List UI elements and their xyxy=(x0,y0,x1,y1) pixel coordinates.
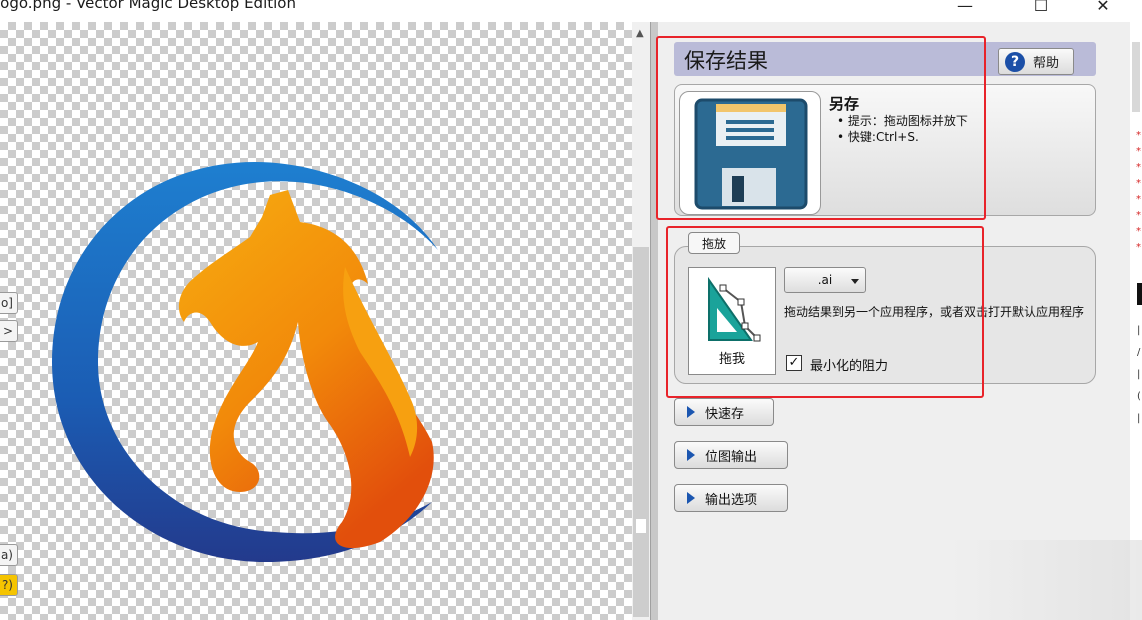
save-results-panel: 保存结果 ? 帮助 另存 提示：拖动图标并放下 快键:Ctrl+S. 拖放 xyxy=(656,22,1130,620)
output-options-button[interactable]: 输出选项 xyxy=(674,484,788,512)
highlight-drag-drop xyxy=(666,226,984,398)
scroll-up-arrow-icon[interactable]: ▲ xyxy=(636,28,644,39)
adjacent-dark-mark xyxy=(1137,283,1142,305)
scrollbar-thumb[interactable] xyxy=(633,247,649,617)
output-options-label: 输出选项 xyxy=(705,492,758,508)
window-title: logo.png - Vector Magic Desktop Edition xyxy=(0,0,296,12)
adjacent-text: | / |(| xyxy=(1137,325,1141,424)
bitmap-output-button[interactable]: 位图输出 xyxy=(674,441,788,469)
quick-save-button[interactable]: 快速存 xyxy=(674,398,774,426)
minimize-icon[interactable]: — xyxy=(942,0,988,18)
play-arrow-icon xyxy=(687,492,695,504)
play-arrow-icon xyxy=(687,406,695,418)
tool-button-help[interactable]: ?) xyxy=(0,574,18,596)
scroll-marker xyxy=(636,519,646,533)
image-canvas[interactable] xyxy=(0,22,632,620)
play-arrow-icon xyxy=(687,449,695,461)
adjacent-marks: * * * * * * * * xyxy=(1136,130,1141,253)
close-icon[interactable]: ✕ xyxy=(1080,0,1126,18)
help-button[interactable]: ? 帮助 xyxy=(998,48,1074,75)
canvas-scrollbar[interactable]: ▲ xyxy=(632,22,650,620)
bitmap-output-label: 位图输出 xyxy=(705,449,758,465)
corner-fade xyxy=(950,540,1142,620)
expand-button[interactable]: > xyxy=(0,320,18,342)
help-button-label: 帮助 xyxy=(1033,56,1060,71)
maximize-icon[interactable]: ☐ xyxy=(1018,0,1064,18)
title-bar: logo.png - Vector Magic Desktop Edition … xyxy=(0,0,1142,22)
highlight-save-as xyxy=(656,36,986,220)
logo-image xyxy=(52,162,438,562)
question-icon: ? xyxy=(1005,51,1025,72)
zoom-fit-button[interactable]: [o] xyxy=(0,292,18,314)
tool-button-a[interactable]: a) xyxy=(0,544,18,566)
quick-save-label: 快速存 xyxy=(705,406,745,422)
adjacent-scrollbar xyxy=(1132,42,1140,112)
